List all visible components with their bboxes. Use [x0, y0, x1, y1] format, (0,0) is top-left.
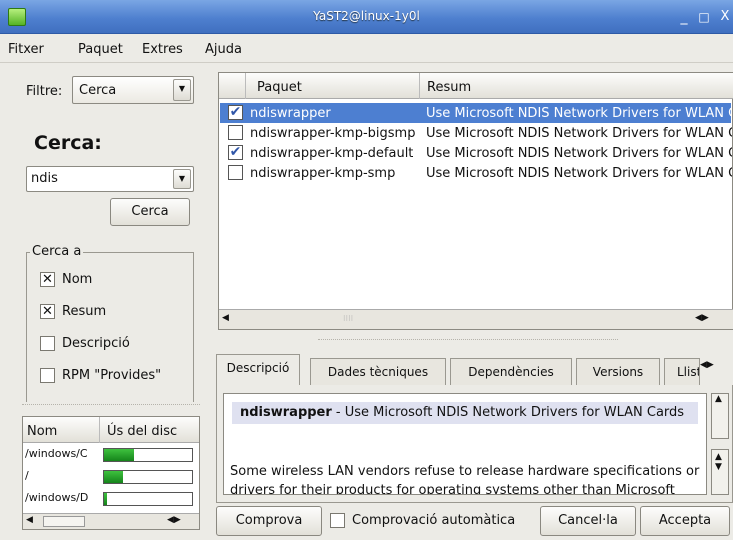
tab-dependencies-label: Dependències	[468, 365, 554, 379]
search-button-label: Cerca	[131, 204, 169, 219]
check-button-label: Comprova	[235, 513, 303, 528]
package-summary: Use Microsoft NDIS Network Drivers for W…	[426, 166, 732, 181]
description-summary: - Use Microsoft NDIS Network Drivers for…	[331, 405, 685, 420]
package-summary: Use Microsoft NDIS Network Drivers for W…	[426, 126, 732, 141]
disk-usage-bar	[103, 492, 193, 506]
menu-paquet[interactable]: Paquet	[78, 42, 123, 57]
menu-fitxer[interactable]: Fitxer	[8, 42, 44, 57]
pane-divider	[318, 339, 618, 340]
scroll-grip-icon[interactable]: ⁝⁝⁝⁝	[343, 314, 353, 323]
panel-divider	[22, 404, 200, 405]
tab-description[interactable]: Descripció	[216, 354, 300, 386]
description-scrollbar-top[interactable]: ▲	[711, 393, 729, 439]
search-option-checkbox[interactable]: ✕	[40, 304, 55, 319]
package-row[interactable]: ✔ ndiswrapper Use Microsoft NDIS Network D…	[220, 103, 732, 123]
menu-bar: Fitxer Paquet Extres Ajuda	[0, 35, 733, 63]
chevron-down-icon[interactable]: ▼	[173, 79, 191, 101]
check-button[interactable]: Comprova	[216, 506, 322, 536]
package-row[interactable]: ndiswrapper-kmp-smp Use Microsoft NDIS Ne…	[220, 163, 732, 183]
tab-description-label: Descripció	[226, 361, 290, 375]
package-row[interactable]: ndiswrapper-kmp-bigsmp Use Microsoft NDIS…	[220, 123, 732, 143]
package-summary: Use Microsoft NDIS Network Drivers for W…	[426, 106, 732, 121]
filter-combo[interactable]: Cerca ▼	[72, 76, 194, 104]
disk-row-name: /windows/C	[25, 447, 88, 460]
package-scrollbar[interactable]: ◀ ⁝⁝⁝⁝ ◀▶	[219, 309, 733, 329]
description-box: ndiswrapper - Use Microsoft NDIS Network…	[223, 393, 707, 495]
tab-content: ndiswrapper - Use Microsoft NDIS Network…	[216, 385, 733, 503]
package-name: ndiswrapper-kmp-smp	[250, 166, 396, 181]
window-title: YaST2@linux-1y0l	[313, 9, 420, 23]
package-name: ndiswrapper-kmp-bigsmp	[250, 126, 416, 141]
window-titlebar[interactable]: YaST2@linux-1y0l _ □ X	[0, 0, 733, 34]
disk-usage-bar	[103, 448, 193, 462]
description-scrollbar-bottom[interactable]: ▲ ▼	[711, 449, 729, 495]
tab-dependencies[interactable]: Dependències	[450, 358, 572, 386]
package-name: ndiswrapper-kmp-default	[250, 146, 414, 161]
tab-list[interactable]: Llista	[664, 358, 700, 386]
search-option-checkbox[interactable]	[40, 336, 55, 351]
cancel-button[interactable]: Cancel·la	[540, 506, 636, 536]
filter-label: Filtre:	[26, 84, 63, 99]
description-package-name: ndiswrapper	[240, 405, 332, 420]
disk-scrollbar[interactable]: ◀ ◀▶	[23, 513, 199, 529]
search-option-label: Nom	[62, 272, 93, 287]
search-panel: Filtre: Cerca ▼ Cerca: ndis ▼ Cerca Cerc…	[22, 70, 200, 402]
package-summary: Use Microsoft NDIS Network Drivers for W…	[426, 146, 732, 161]
description-header: ndiswrapper - Use Microsoft NDIS Network…	[232, 402, 698, 424]
menu-extres[interactable]: Extres	[142, 42, 183, 57]
accept-button-label: Accepta	[658, 513, 712, 528]
scroll-left-icon[interactable]: ◀	[26, 515, 33, 525]
package-row[interactable]: ✔ ndiswrapper-kmp-default Use Microsoft ND…	[220, 143, 732, 163]
search-option-label: Descripció	[62, 336, 130, 351]
menu-ajuda[interactable]: Ajuda	[205, 42, 242, 57]
tab-versions[interactable]: Versions	[576, 358, 660, 386]
scroll-left-icon[interactable]: ◀	[222, 313, 229, 323]
search-input-value: ndis	[31, 171, 58, 186]
search-option-checkbox[interactable]	[40, 368, 55, 383]
auto-check-label: Comprovació automàtica	[352, 513, 516, 528]
disk-usage-table: Nom Ús del disc /windows/C / /windows/D ◀ …	[22, 416, 200, 530]
close-icon[interactable]: X	[716, 8, 733, 26]
search-button[interactable]: Cerca	[110, 198, 190, 226]
search-input[interactable]: ndis ▼	[26, 166, 194, 192]
search-option-label: RPM "Provides"	[62, 368, 162, 383]
package-checkbox[interactable]: ✔	[228, 145, 243, 160]
search-option-checkbox[interactable]: ✕	[40, 272, 55, 287]
package-table: Paquet Resum ✔ ndiswrapper Use Microsoft N…	[218, 72, 733, 330]
disk-header-name[interactable]: Nom	[27, 424, 57, 439]
search-heading: Cerca:	[34, 132, 102, 154]
search-in-label: Cerca a	[30, 244, 84, 259]
maximize-icon[interactable]: □	[695, 8, 713, 26]
chevron-down-icon[interactable]: ▼	[173, 169, 191, 189]
tab-technical-label: Dades tècniques	[327, 365, 429, 379]
minimize-icon[interactable]: _	[675, 8, 693, 26]
scroll-arrows-icon[interactable]: ◀▶	[167, 515, 181, 525]
disk-row-name: /windows/D	[25, 491, 89, 504]
tab-versions-label: Versions	[592, 365, 644, 379]
tab-scroll-arrows-icon[interactable]: ◀▶	[700, 360, 714, 370]
cancel-button-label: Cancel·la	[558, 513, 618, 528]
search-option-label: Resum	[62, 304, 107, 319]
scroll-arrows-icon[interactable]: ◀▶	[695, 313, 709, 323]
filter-value: Cerca	[79, 83, 117, 98]
accept-button[interactable]: Accepta	[640, 506, 730, 536]
tab-list-label: Llista	[677, 365, 699, 379]
package-checkbox[interactable]	[228, 165, 243, 180]
package-checkbox[interactable]	[228, 125, 243, 140]
auto-check-checkbox[interactable]	[330, 513, 345, 528]
package-name: ndiswrapper	[250, 106, 331, 121]
description-body: Some wireless LAN vendors refuse to rele…	[230, 464, 700, 495]
disk-header-usage[interactable]: Ús del disc	[107, 424, 177, 439]
tab-technical-data[interactable]: Dades tècniques	[310, 358, 446, 386]
disk-usage-bar	[103, 470, 193, 484]
package-checkbox[interactable]: ✔	[228, 105, 243, 120]
disk-row-name: /	[25, 469, 29, 482]
